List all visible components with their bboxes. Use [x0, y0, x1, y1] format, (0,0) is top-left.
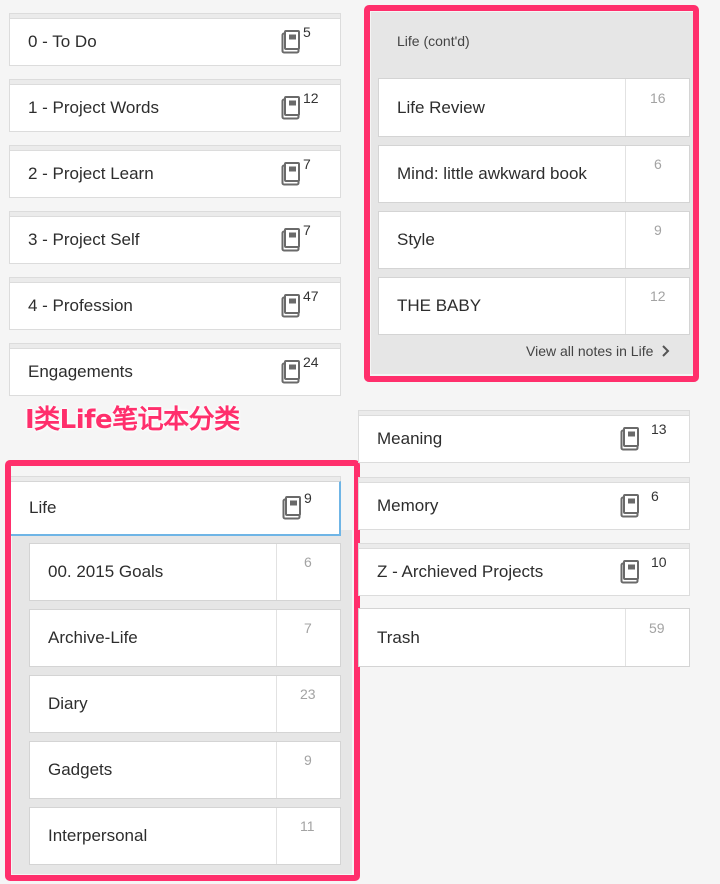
stack-label: 4 - Profession	[28, 296, 133, 315]
stack-count: 24	[303, 354, 319, 370]
highlight-box-right	[364, 5, 699, 382]
notebook-stack-icon	[281, 228, 301, 252]
notebook-stack-project-self[interactable]: 3 - Project Self 7	[9, 216, 341, 264]
notebook-stack-project-words[interactable]: 1 - Project Words 12	[9, 84, 341, 132]
stack-label: Z - Archieved Projects	[377, 562, 544, 581]
stack-count: 13	[651, 421, 667, 437]
stack-count: 6	[651, 488, 659, 504]
stack-label: 3 - Project Self	[28, 230, 140, 249]
notebook-stack-icon	[281, 30, 301, 54]
notebook-stack-icon	[620, 494, 640, 518]
notebook-stack-icon	[281, 162, 301, 186]
trash-count: 59	[649, 619, 665, 636]
notebook-stack-icon	[620, 427, 640, 451]
notebook-stack-todo[interactable]: 0 - To Do 5	[9, 18, 341, 66]
stack-label: Memory	[377, 496, 439, 515]
notebook-stack-meaning[interactable]: Meaning 13	[358, 415, 690, 463]
trash-label: Trash	[377, 627, 420, 647]
stack-count: 7	[303, 222, 311, 238]
notebook-stack-icon	[281, 96, 301, 120]
stack-label: 0 - To Do	[28, 32, 97, 51]
highlight-box-left	[5, 460, 360, 881]
stack-count: 12	[303, 90, 319, 106]
notebook-stack-icon	[281, 360, 301, 384]
stack-count: 7	[303, 156, 311, 172]
notebook-stack-memory[interactable]: Memory 6	[358, 482, 690, 530]
notebook-stack-profession[interactable]: 4 - Profession 47	[9, 282, 341, 330]
annotation-label: I类Life笔记本分类	[25, 405, 240, 435]
stack-label: Engagements	[28, 362, 133, 381]
notebook-stack-project-learn[interactable]: 2 - Project Learn 7	[9, 150, 341, 198]
notebook-stack-icon	[620, 560, 640, 584]
notebook-stack-engagements[interactable]: Engagements 24	[9, 348, 341, 396]
stack-count: 47	[303, 288, 319, 304]
stack-label: Meaning	[377, 429, 443, 448]
trash-card[interactable]: Trash 59	[358, 608, 690, 667]
stack-label: 2 - Project Learn	[28, 164, 154, 183]
notebook-stack-icon	[281, 294, 301, 318]
notebook-stack-archieved-projects[interactable]: Z - Archieved Projects 10	[358, 548, 690, 596]
stack-count: 10	[651, 554, 667, 570]
stack-count: 5	[303, 24, 311, 40]
stack-label: 1 - Project Words	[28, 98, 160, 117]
